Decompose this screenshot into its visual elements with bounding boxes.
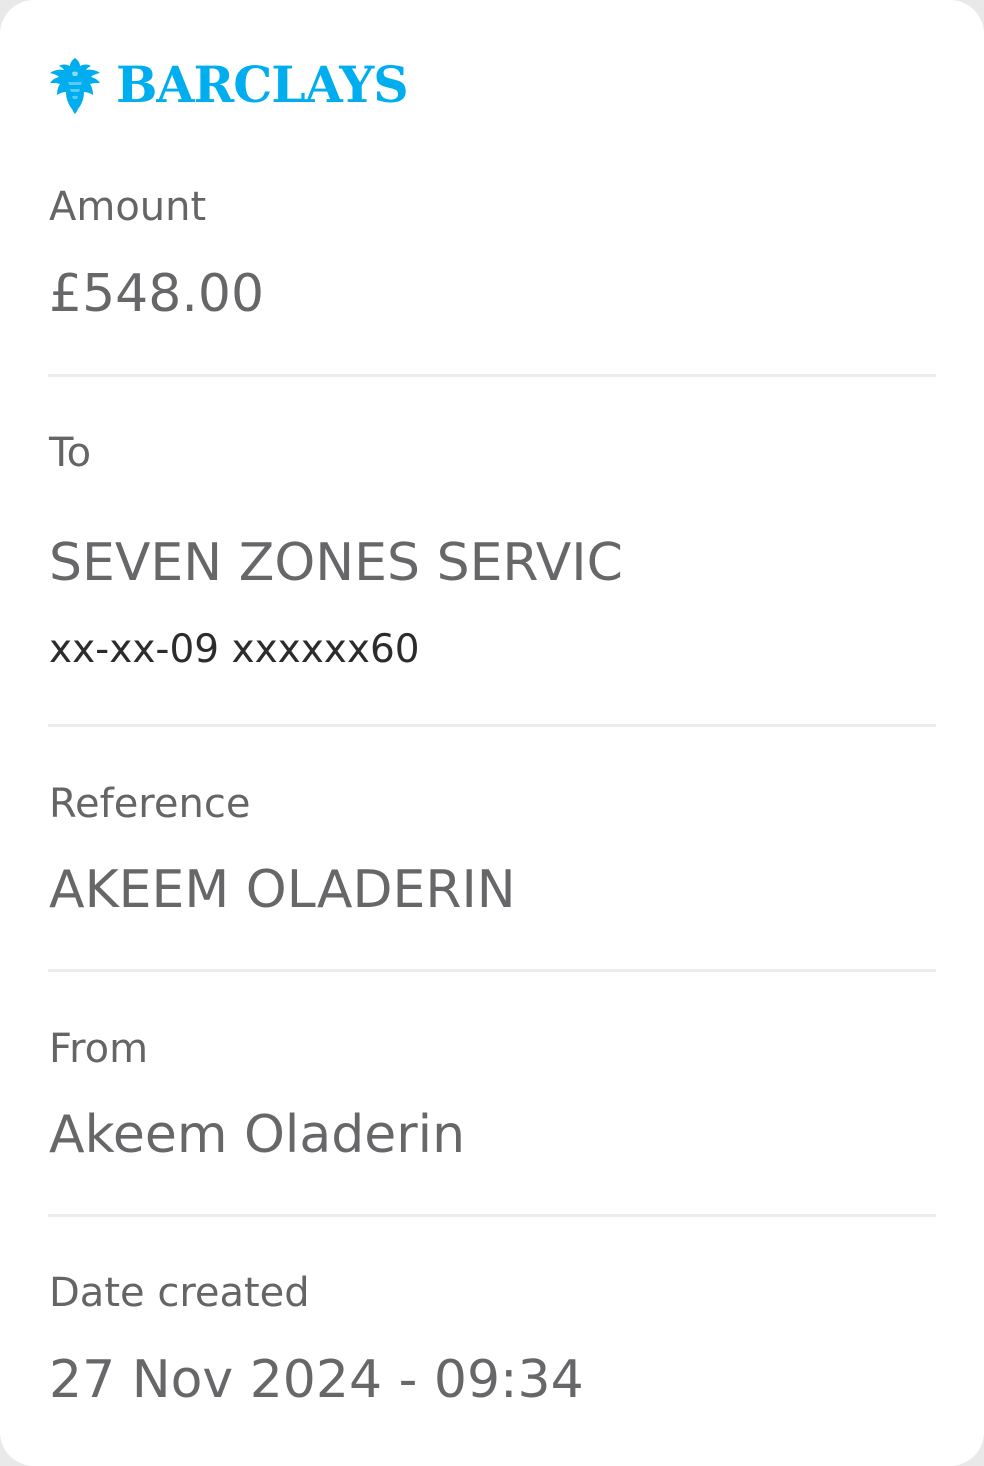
divider bbox=[48, 1214, 936, 1217]
divider bbox=[48, 724, 936, 727]
payee-account-number: xx-xx-09 xxxxxx60 bbox=[49, 627, 420, 672]
eagle-icon bbox=[50, 58, 100, 114]
from-value: Akeem Oladerin bbox=[49, 1105, 466, 1165]
reference-value: AKEEM OLADERIN bbox=[49, 860, 516, 920]
brand-wordmark: BARCLAYS bbox=[116, 55, 409, 114]
divider bbox=[48, 374, 936, 377]
divider bbox=[48, 969, 936, 972]
payment-details-card: BARCLAYS Amount £548.00 To SEVEN ZONES S… bbox=[0, 0, 984, 1466]
barclays-logo: BARCLAYS bbox=[48, 55, 414, 115]
amount-value: £548.00 bbox=[49, 264, 265, 324]
payee-name: SEVEN ZONES SERVIC bbox=[49, 533, 623, 593]
to-label: To bbox=[49, 430, 92, 476]
reference-label: Reference bbox=[49, 781, 251, 827]
amount-label: Amount bbox=[49, 184, 207, 230]
date-created-value: 27 Nov 2024 - 09:34 bbox=[49, 1350, 584, 1410]
from-label: From bbox=[49, 1026, 149, 1072]
date-created-label: Date created bbox=[49, 1270, 310, 1316]
